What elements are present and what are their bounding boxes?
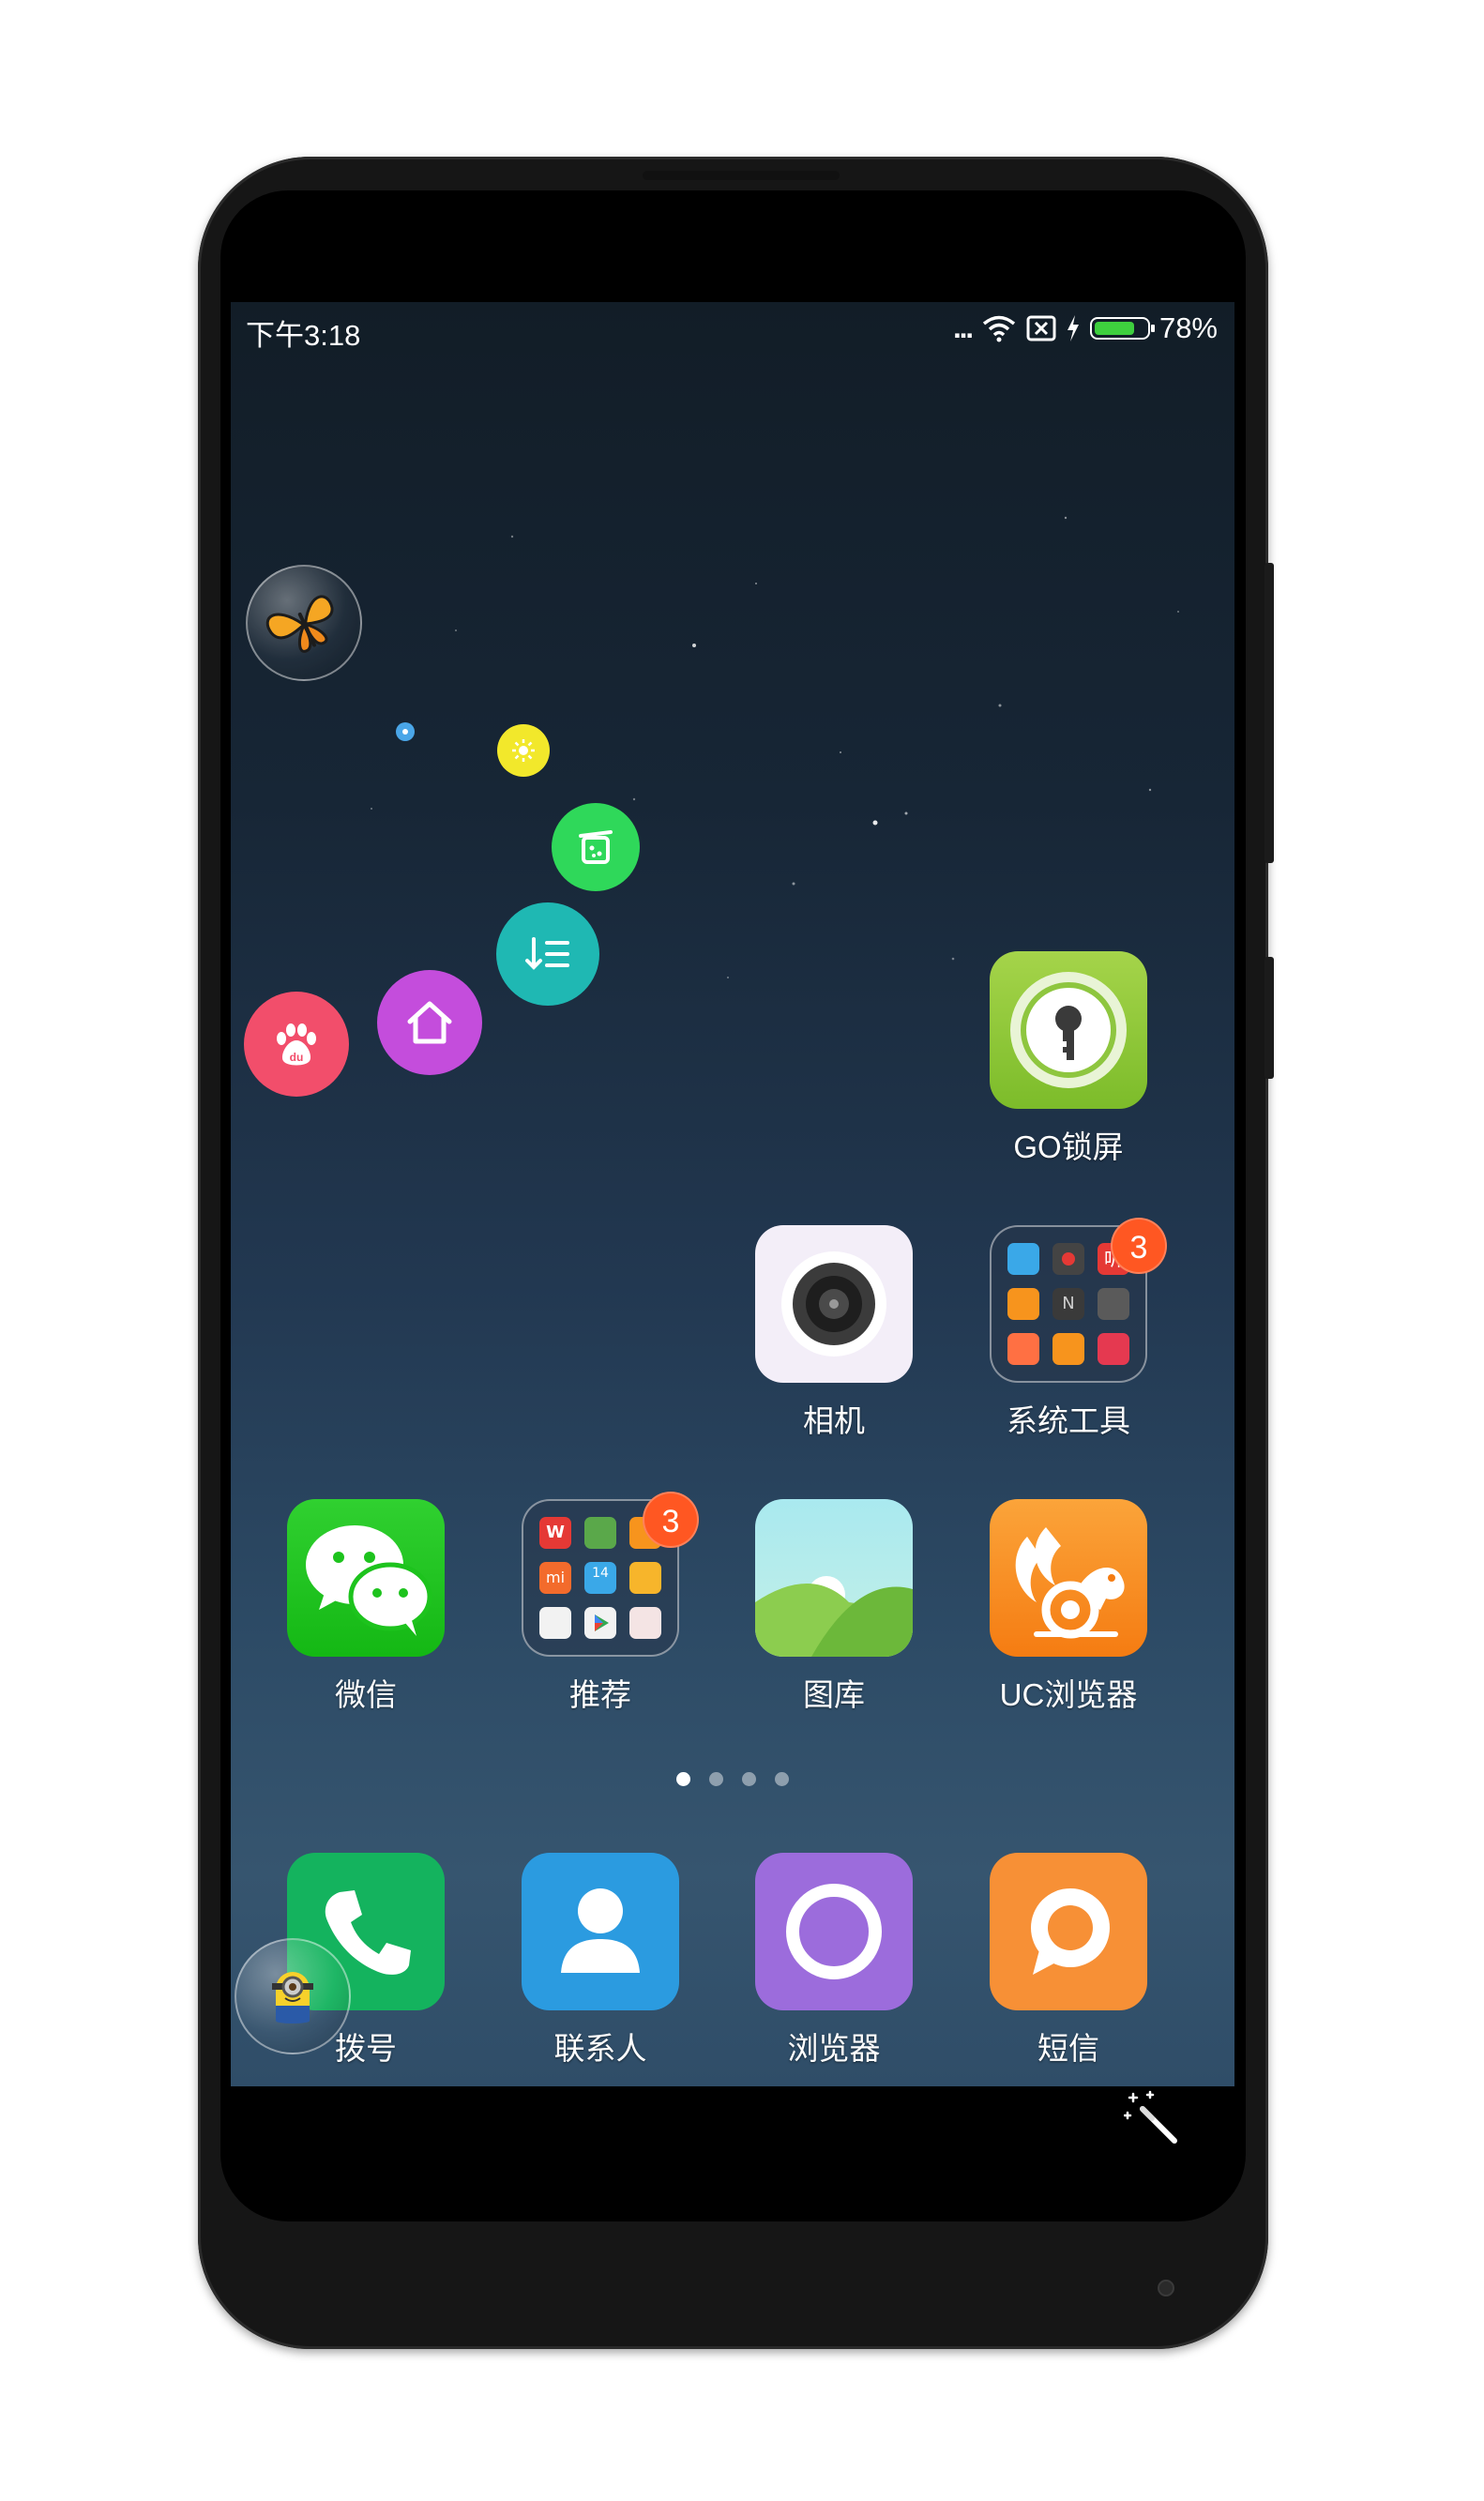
- task-list-button[interactable]: [496, 902, 599, 1006]
- status-time: 下午3:18: [246, 319, 361, 352]
- cleaner-icon: [579, 830, 613, 864]
- home-icon: [407, 1001, 452, 1044]
- mail-mini-icon: [539, 1607, 571, 1639]
- gallery-label: 图库: [803, 1677, 865, 1712]
- gallery-landscape-icon: [755, 1576, 913, 1657]
- app-wechat[interactable]: 微信: [263, 1499, 469, 1715]
- baidu-icon: du: [277, 1023, 316, 1066]
- messages-label: 短信: [1037, 2031, 1099, 2066]
- play-store-mini-icon: [584, 1607, 616, 1639]
- cleaner-button[interactable]: [552, 803, 640, 891]
- volume-button: [1264, 563, 1274, 863]
- minion-floating-bubble[interactable]: [235, 1938, 351, 2054]
- app-gallery[interactable]: 图库: [731, 1499, 937, 1715]
- contacts-label: 联系人: [553, 2031, 647, 2066]
- game-mini-icon: [584, 1517, 616, 1549]
- app-camera[interactable]: 相机: [731, 1225, 937, 1441]
- home-button[interactable]: [377, 970, 482, 1075]
- wechat-app-icon: [287, 1499, 445, 1657]
- folder-system-tools[interactable]: 听 N 3 系统工具: [965, 1218, 1172, 1441]
- page-indicator[interactable]: [231, 1772, 1234, 1786]
- charging-icon: [1067, 315, 1079, 341]
- system-tools-badge: 3: [1111, 1218, 1167, 1274]
- browser-swirl-icon: [786, 1884, 882, 1979]
- recommend-badge: 3: [643, 1492, 699, 1548]
- store-mini-icon: [1052, 1333, 1084, 1365]
- status-bar: 下午3:18 ... 78%: [231, 302, 1234, 358]
- system-tools-label: 系统工具: [1007, 1403, 1130, 1438]
- uc-browser-label: UC浏览器: [999, 1677, 1138, 1712]
- list-icon: [525, 937, 569, 970]
- starfield-wallpaper: [371, 516, 1179, 978]
- butterfly-icon: [265, 595, 334, 653]
- gallery-app-icon: [755, 1499, 913, 1657]
- contacts-app-icon: [522, 1853, 679, 2010]
- camera-app-icon: [755, 1225, 913, 1383]
- uc-browser-app-icon: [990, 1499, 1147, 1657]
- camera-label: 相机: [803, 1403, 865, 1438]
- butterfly-floating-bubble[interactable]: [246, 565, 362, 681]
- front-camera-dot: [1158, 2280, 1174, 2296]
- key-lock-icon: [1010, 972, 1127, 1088]
- no-sim-icon: [1026, 315, 1056, 341]
- browser-label: 浏览器: [787, 2031, 881, 2066]
- recorder-mini-icon: [1052, 1243, 1084, 1275]
- app-go-lock[interactable]: GO锁屏: [965, 951, 1172, 1167]
- weather-mini-icon: 14: [584, 1562, 616, 1594]
- battery-percent: 78%: [1158, 311, 1218, 344]
- small-dot-icon: [402, 729, 408, 735]
- go-lock-app-icon: [990, 951, 1147, 1109]
- camera-lens-icon: [781, 1251, 886, 1357]
- mi-mini-icon: mi: [539, 1562, 571, 1594]
- page-dot-3[interactable]: [742, 1772, 756, 1786]
- calculator-mini-icon: [1007, 1288, 1039, 1320]
- folder-recommend[interactable]: W mi 14 3 推荐: [497, 1492, 704, 1715]
- page-dot-2[interactable]: [709, 1772, 723, 1786]
- music-mini-icon: [1098, 1333, 1129, 1365]
- status-icons: ... 78%: [953, 310, 1218, 347]
- brightness-icon: [512, 739, 535, 762]
- battery-level: [1094, 322, 1135, 335]
- chat-bubble-icon: [1031, 1888, 1110, 1975]
- clock-mini-icon: [1007, 1243, 1039, 1275]
- brightness-button[interactable]: [497, 724, 550, 777]
- app-uc-browser[interactable]: UC浏览器: [965, 1499, 1172, 1715]
- messages-app-icon: [990, 1853, 1147, 2010]
- go-lock-label: GO锁屏: [1013, 1129, 1124, 1164]
- wps-mini-icon: W: [539, 1517, 571, 1549]
- dock-browser[interactable]: 浏览器: [731, 1853, 937, 2069]
- browser-app-icon: [755, 1853, 913, 2010]
- minion-icon: [272, 1972, 313, 2024]
- home-screen: 下午3:18 ... 78% du GO锁屏 相机 N 3 系统工具 微信 W …: [231, 302, 1234, 2086]
- baidu-button[interactable]: du: [244, 992, 349, 1097]
- dock-contacts[interactable]: 联系人: [497, 1853, 704, 2069]
- floating-dot-button[interactable]: [396, 722, 415, 741]
- wifi-icon: [982, 315, 1016, 342]
- wechat-label: 微信: [335, 1677, 397, 1712]
- battery-icon: [1089, 317, 1155, 340]
- page-dot-1[interactable]: [676, 1772, 690, 1786]
- wechat-bubbles-icon: [306, 1525, 432, 1636]
- magic-wand-icon[interactable]: [1124, 2090, 1180, 2146]
- dock-messages[interactable]: 短信: [965, 1853, 1172, 2069]
- person-icon: [561, 1888, 640, 1973]
- svg-text:du: du: [290, 1051, 304, 1064]
- more-notifications-icon: ...: [953, 311, 974, 344]
- notes-yellow-mini-icon: [629, 1562, 661, 1594]
- calendar-mini-icon: [629, 1607, 661, 1639]
- page-dot-4[interactable]: [775, 1772, 789, 1786]
- earpiece: [643, 171, 840, 180]
- recommend-label: 推荐: [569, 1677, 631, 1712]
- feedback-mini-icon: [1007, 1333, 1039, 1365]
- files-mini-icon: [1098, 1288, 1129, 1320]
- power-button: [1264, 957, 1274, 1079]
- uc-squirrel-icon: [1015, 1527, 1125, 1639]
- notes-mini-icon: N: [1052, 1288, 1084, 1320]
